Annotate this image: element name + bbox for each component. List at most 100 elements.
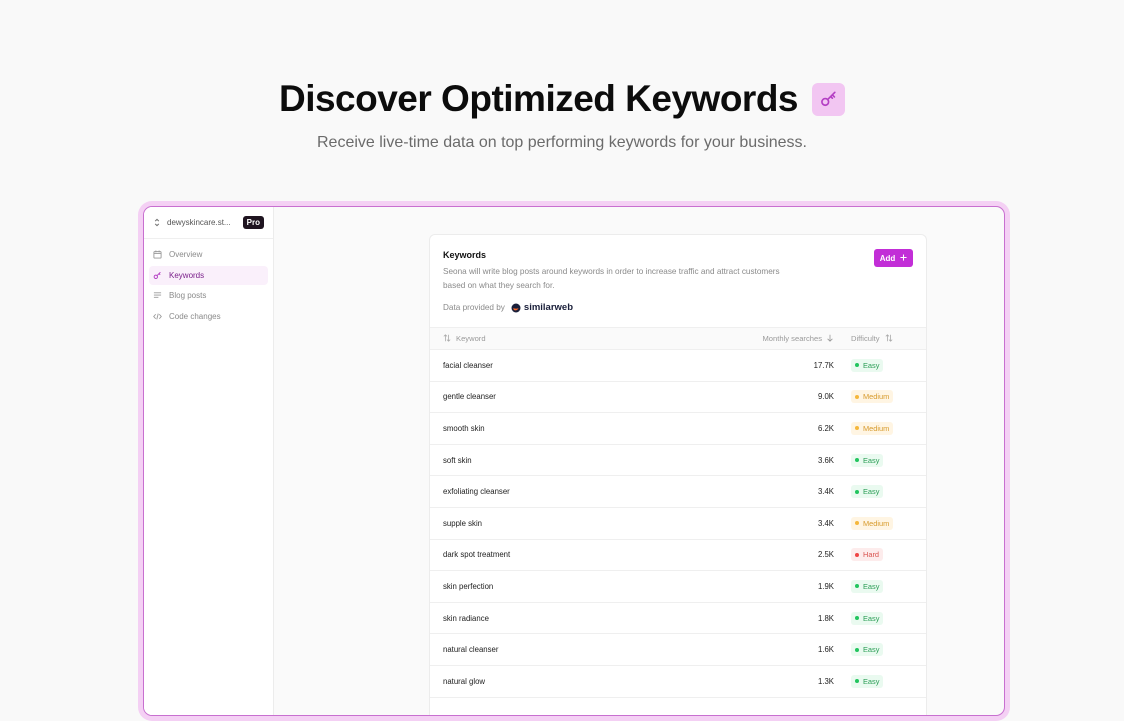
table-row[interactable]: facial cleanser 17.7K Easy — [430, 350, 926, 382]
card-header: Keywords Seona will write blog posts aro… — [430, 235, 926, 327]
difficulty-label: Medium — [863, 518, 890, 528]
key-icon — [153, 271, 162, 280]
keyword-cell: supple skin — [443, 518, 483, 528]
searches-cell: 1.6K — [817, 645, 834, 655]
difficulty-cell: Medium — [834, 516, 926, 530]
difficulty-badge: Easy — [851, 358, 884, 372]
difficulty-cell: Easy — [834, 358, 926, 372]
workspace-switcher[interactable]: dewyskincare.st... Pro — [144, 207, 273, 239]
difficulty-label: Easy — [863, 613, 880, 623]
difficulty-badge: Easy — [851, 643, 884, 657]
status-dot-icon — [855, 679, 859, 684]
difficulty-label: Medium — [863, 392, 890, 402]
hero-title-row: Discover Optimized Keywords — [0, 78, 1124, 120]
key-icon — [812, 82, 846, 116]
difficulty-label: Easy — [863, 581, 880, 591]
difficulty-badge: Hard — [851, 548, 884, 562]
keywords-card: Keywords Seona will write blog posts aro… — [429, 234, 927, 715]
difficulty-cell: Medium — [834, 390, 926, 404]
keyword-cell: dark spot treatment — [443, 550, 511, 560]
difficulty-label: Easy — [863, 455, 880, 465]
sort-icon — [885, 333, 893, 344]
difficulty-badge: Medium — [851, 516, 894, 530]
app-window: dewyskincare.st... Pro Overview Keywords — [143, 206, 1005, 716]
difficulty-badge: Easy — [851, 579, 884, 593]
searches-cell: 1.3K — [817, 676, 834, 686]
table-body: facial cleanser 17.7K Easy gentle cleanser 9… — [430, 350, 926, 698]
difficulty-cell: Easy — [834, 674, 926, 688]
column-monthly-searches[interactable]: Monthly searches — [714, 334, 834, 344]
searches-cell: 3.4K — [817, 487, 834, 497]
table-row[interactable]: soft skin 3.6K Easy — [430, 445, 926, 477]
keyword-cell: exfoliating cleanser — [443, 487, 510, 497]
similarweb-logo: similarweb — [511, 302, 573, 313]
hero-subtitle: Receive live-time data on top performing… — [317, 134, 807, 151]
arrow-down-icon — [826, 334, 834, 344]
add-button-label: Add — [879, 253, 896, 263]
searches-cell: 9.0K — [817, 392, 834, 402]
sidebar-item-blog-posts[interactable]: Blog posts — [149, 286, 268, 305]
table-row[interactable]: smooth skin 6.2K Medium — [430, 413, 926, 445]
difficulty-cell: Easy — [834, 579, 926, 593]
sidebar-item-label: Keywords — [169, 270, 205, 280]
keyword-cell: gentle cleanser — [443, 392, 496, 402]
status-dot-icon — [855, 616, 859, 621]
keyword-cell: skin radiance — [443, 613, 489, 623]
searches-cell: 2.5K — [817, 550, 834, 560]
app-preview-frame: dewyskincare.st... Pro Overview Keywords — [138, 201, 1010, 721]
difficulty-label: Easy — [863, 487, 880, 497]
keyword-cell: soft skin — [443, 455, 472, 465]
searches-cell: 3.6K — [817, 455, 834, 465]
sidebar-item-code-changes[interactable]: Code changes — [149, 307, 268, 326]
status-dot-icon — [855, 647, 859, 652]
table-row[interactable]: exfoliating cleanser 3.4K Easy — [430, 476, 926, 508]
searches-cell: 17.7K — [813, 360, 834, 370]
workspace-name: dewyskincare.st... — [167, 218, 231, 227]
keyword-cell: natural glow — [443, 676, 486, 686]
calendar-icon — [153, 250, 162, 259]
column-label: Difficulty — [851, 334, 880, 343]
difficulty-cell: Easy — [834, 611, 926, 625]
keyword-cell: facial cleanser — [443, 360, 493, 370]
list-icon — [153, 291, 162, 300]
table-row[interactable]: skin radiance 1.8K Easy — [430, 603, 926, 635]
difficulty-cell: Easy — [834, 643, 926, 657]
sidebar-nav: Overview Keywords Blog posts Code change… — [144, 239, 273, 333]
table-header: Keyword Monthly searches Difficulty — [430, 327, 926, 350]
table-row[interactable]: supple skin 3.4K Medium — [430, 508, 926, 540]
table-row[interactable]: skin perfection 1.9K Easy — [430, 571, 926, 603]
status-dot-icon — [855, 394, 859, 399]
keyword-cell: smooth skin — [443, 423, 485, 433]
column-difficulty[interactable]: Difficulty — [834, 333, 926, 344]
status-dot-icon — [855, 458, 859, 463]
difficulty-label: Easy — [863, 360, 880, 370]
difficulty-badge: Easy — [851, 485, 884, 499]
sort-icon — [443, 333, 451, 344]
sidebar-item-label: Blog posts — [169, 291, 207, 300]
add-keyword-button[interactable]: Add — [874, 249, 913, 267]
table-row[interactable]: dark spot treatment 2.5K Hard — [430, 540, 926, 572]
column-keyword[interactable]: Keyword — [430, 333, 714, 344]
status-dot-icon — [855, 521, 859, 526]
plan-badge: Pro — [242, 216, 264, 229]
searches-cell: 1.8K — [817, 613, 834, 623]
difficulty-cell: Medium — [834, 421, 926, 435]
table-row[interactable]: gentle cleanser 9.0K Medium — [430, 382, 926, 414]
card-description: Seona will write blog posts around keywo… — [443, 267, 780, 290]
sidebar-item-keywords[interactable]: Keywords — [149, 265, 268, 285]
difficulty-badge: Medium — [851, 390, 894, 404]
data-provider: Data provided by similarweb — [443, 302, 913, 313]
searches-cell: 3.4K — [817, 518, 834, 528]
difficulty-cell: Hard — [834, 548, 926, 562]
similarweb-icon — [511, 303, 521, 312]
difficulty-cell: Easy — [834, 453, 926, 467]
table-row[interactable]: natural cleanser 1.6K Easy — [430, 634, 926, 666]
status-dot-icon — [855, 426, 859, 431]
status-dot-icon — [855, 363, 859, 368]
table-row[interactable]: natural glow 1.3K Easy — [430, 666, 926, 698]
sidebar-item-label: Overview — [169, 250, 203, 259]
difficulty-cell: Easy — [834, 485, 926, 499]
difficulty-label: Hard — [863, 550, 880, 560]
sidebar-item-overview[interactable]: Overview — [149, 245, 268, 264]
difficulty-label: Medium — [863, 423, 890, 433]
